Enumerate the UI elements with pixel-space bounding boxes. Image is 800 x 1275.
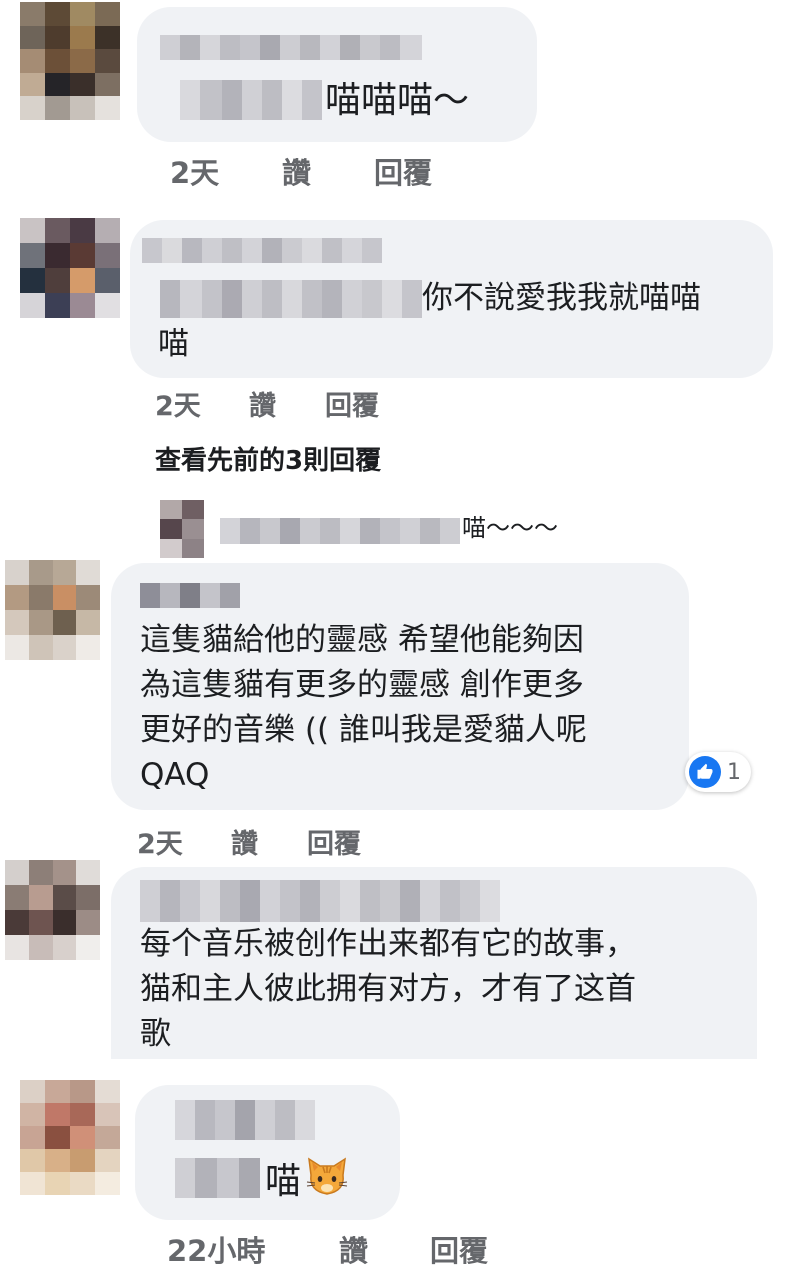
thumbs-up-icon [689,756,721,788]
like-link[interactable]: 讚 [231,822,258,861]
blurred-author-name [160,35,442,60]
reply-preview-text[interactable]: 喵～～～ [462,510,558,546]
avatar[interactable] [20,2,120,120]
comment-text-line: 為這隻貓有更多的靈感 創作更多 [140,667,584,703]
blurred-text [180,80,322,120]
timestamp[interactable]: 2天 [170,150,219,192]
comment-text: 喵喵喵～ [325,80,470,121]
avatar[interactable] [20,218,120,318]
comment-text-line: 這隻貓給他的靈感 希望他能夠因 [140,622,584,658]
blurred-text [160,280,422,318]
blurred-author-name [140,880,500,922]
reply-link[interactable]: 回覆 [325,384,379,423]
comment-text-line: 你不說愛我我就喵喵 [422,280,701,316]
reply-link[interactable]: 回覆 [374,150,432,192]
reply-link[interactable]: 回覆 [307,822,361,861]
comment-text-line: 喵 [158,326,189,362]
view-previous-replies-link[interactable]: 查看先前的3則回覆 [155,440,381,477]
blurred-author-name [140,583,240,608]
avatar[interactable] [160,500,204,558]
comment-text-line: QAQ [140,757,210,793]
avatar[interactable] [5,860,100,960]
reaction-badge[interactable]: 1 [685,752,751,792]
like-link[interactable]: 讚 [249,384,276,423]
comment-text-line: 喵 [265,1161,302,1202]
comment-text: 喵 [265,1155,349,1211]
timestamp[interactable]: 2天 [137,822,183,861]
cat-face-icon [305,1155,349,1211]
avatar[interactable] [20,1080,120,1195]
like-link[interactable]: 讚 [339,1228,368,1270]
like-link[interactable]: 讚 [282,150,311,192]
blurred-author-name [175,1100,315,1140]
blurred-author-name [142,238,382,263]
timestamp[interactable]: 2天 [155,384,201,423]
reaction-count: 1 [727,759,741,785]
comment-text-line: 每个音乐被创作出来都有它的故事， [140,926,636,962]
reply-link[interactable]: 回覆 [430,1228,488,1270]
blurred-author-name [220,518,460,544]
comment-text-line: 猫和主人彼此拥有对方，才有了这首 [140,971,636,1007]
timestamp[interactable]: 22小時 [167,1228,265,1270]
comment-text-line: 更好的音樂 (( 誰叫我是愛貓人呢 [140,712,587,748]
blurred-text [175,1158,260,1198]
avatar[interactable] [5,560,100,660]
comment-text-line: 歌 [140,1016,171,1052]
